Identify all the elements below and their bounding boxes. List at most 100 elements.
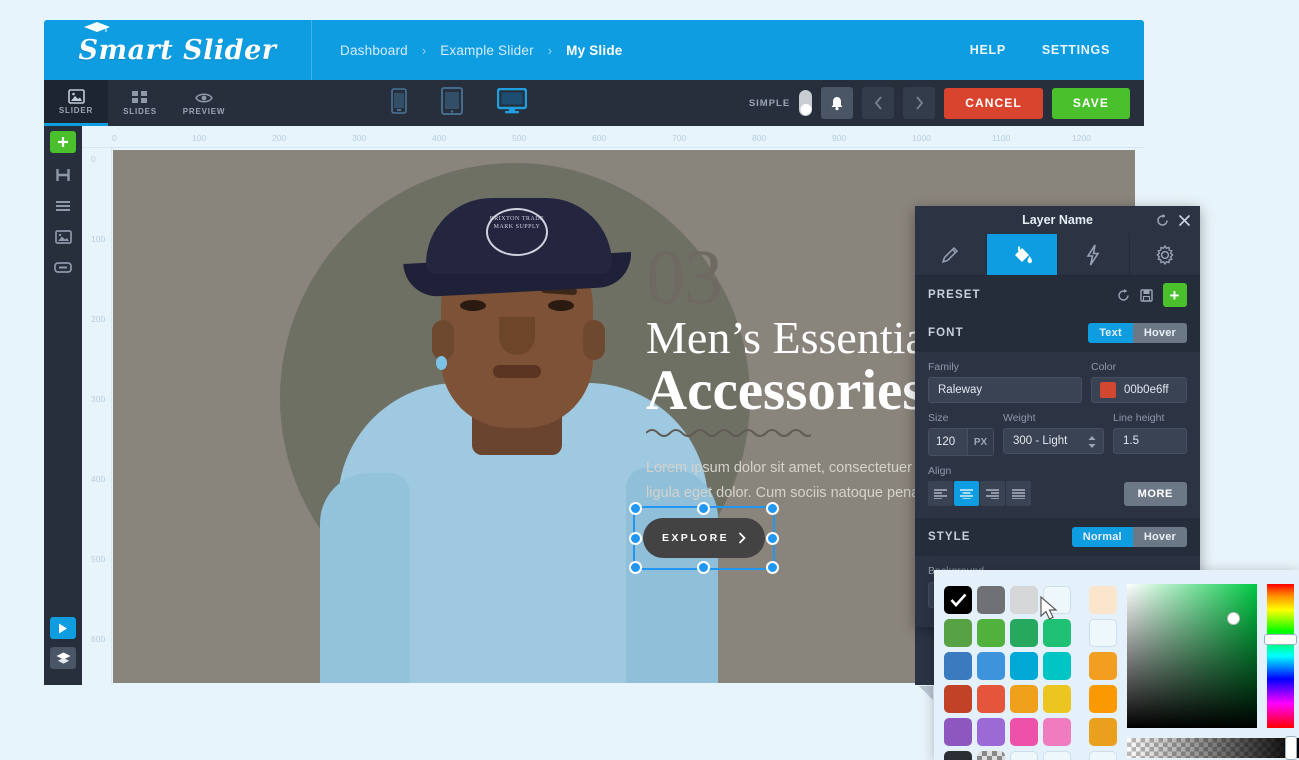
saturation-value-area[interactable] (1127, 584, 1257, 728)
align-left-button[interactable] (928, 481, 953, 506)
mode-toggle[interactable] (799, 90, 813, 116)
reset-icon[interactable] (1156, 213, 1169, 227)
recent-color-swatch[interactable] (1089, 718, 1117, 746)
device-tablet-button[interactable] (441, 86, 463, 120)
font-state-hover[interactable]: Hover (1132, 323, 1187, 343)
floppy-icon[interactable] (1140, 288, 1153, 302)
sv-cursor-handle[interactable] (1227, 612, 1240, 625)
color-swatch[interactable] (977, 619, 1005, 647)
ruler-tick-v: 300 (91, 394, 106, 404)
sidebar-item-text[interactable] (44, 190, 82, 221)
color-swatch[interactable] (1043, 652, 1071, 680)
sidebar-item-image[interactable] (44, 221, 82, 252)
hue-slider-thumb[interactable] (1264, 634, 1297, 645)
color-swatch[interactable] (944, 619, 972, 647)
color-swatch[interactable] (977, 751, 1005, 760)
color-swatch[interactable] (1043, 751, 1071, 760)
color-swatch[interactable] (944, 718, 972, 746)
device-mobile-button[interactable] (391, 87, 407, 119)
color-swatch[interactable] (1010, 619, 1038, 647)
color-swatch[interactable] (1043, 619, 1071, 647)
add-layer-button[interactable] (50, 131, 76, 153)
recent-color-swatch[interactable] (1089, 685, 1117, 713)
color-swatch[interactable] (1010, 685, 1038, 713)
color-swatch[interactable] (1043, 718, 1071, 746)
panel-header[interactable]: Layer Name (915, 206, 1200, 234)
resize-handle-ne[interactable] (766, 502, 779, 515)
font-lineheight-input[interactable]: 1.5 (1113, 428, 1187, 454)
add-preset-button[interactable]: + (1163, 283, 1187, 307)
font-family-input[interactable]: Raleway (928, 377, 1082, 403)
color-swatch[interactable] (1043, 586, 1071, 614)
device-desktop-button[interactable] (496, 87, 528, 119)
panel-tab-content[interactable] (915, 234, 987, 275)
resize-handle-nw[interactable] (629, 502, 642, 515)
recent-color-swatch[interactable] (1089, 586, 1117, 614)
style-state-hover[interactable]: Hover (1132, 527, 1187, 547)
color-swatch[interactable] (944, 751, 972, 760)
panel-tab-settings[interactable] (1130, 234, 1201, 275)
reload-icon[interactable] (1117, 288, 1130, 302)
sidebar-item-button[interactable] (44, 252, 82, 283)
recent-color-swatch[interactable] (1089, 619, 1117, 647)
align-left-icon (934, 488, 947, 499)
help-link[interactable]: HELP (970, 43, 1006, 57)
align-justify-button[interactable] (1006, 481, 1031, 506)
color-swatch[interactable] (977, 718, 1005, 746)
color-swatch[interactable] (977, 652, 1005, 680)
cancel-button[interactable]: CANCEL (944, 87, 1043, 119)
sidebar-item-heading[interactable] (44, 159, 82, 190)
toolbar-tab-slider[interactable]: SLIDER (44, 80, 108, 126)
color-swatch[interactable] (944, 586, 972, 614)
resize-handle-e[interactable] (766, 532, 779, 545)
breadcrumb-dashboard[interactable]: Dashboard (340, 43, 408, 58)
panel-tab-style[interactable] (986, 234, 1058, 275)
settings-link[interactable]: SETTINGS (1042, 43, 1110, 57)
font-more-button[interactable]: MORE (1123, 481, 1187, 506)
brand-logo[interactable]: Smart Slider (44, 20, 312, 80)
color-swatch[interactable] (1010, 652, 1038, 680)
color-swatch[interactable] (1010, 586, 1038, 614)
alpha-slider-thumb[interactable] (1285, 736, 1297, 760)
style-state-normal[interactable]: Normal (1071, 527, 1133, 547)
color-swatch[interactable] (977, 685, 1005, 713)
font-weight-select[interactable]: 300 - Light (1003, 428, 1104, 454)
breadcrumb-example-slider[interactable]: Example Slider (440, 43, 534, 58)
align-center-button[interactable] (954, 481, 979, 506)
font-color-swatch[interactable] (1100, 382, 1116, 398)
panel-resize-corner[interactable] (916, 685, 934, 703)
color-swatch[interactable] (977, 586, 1005, 614)
next-slide-button[interactable] (903, 87, 936, 119)
play-preview-button[interactable] (50, 617, 76, 639)
resize-handle-sw[interactable] (629, 561, 642, 574)
notifications-button[interactable] (821, 87, 854, 119)
color-swatch[interactable] (1043, 685, 1071, 713)
toolbar-tab-preview[interactable]: PREVIEW (172, 80, 236, 126)
font-state-text[interactable]: Text (1088, 323, 1133, 343)
toolbar-tab-slides[interactable]: SLIDES (108, 80, 172, 126)
save-button[interactable]: SAVE (1051, 87, 1130, 119)
alpha-slider[interactable] (1127, 736, 1299, 760)
resize-handle-se[interactable] (766, 561, 779, 574)
recent-color-swatch[interactable] (1089, 751, 1117, 760)
resize-handle-n[interactable] (697, 502, 710, 515)
close-icon[interactable] (1178, 214, 1191, 227)
resize-handle-s[interactable] (697, 561, 710, 574)
color-swatch[interactable] (1010, 718, 1038, 746)
font-color-value: 00b0e6ff (1124, 384, 1169, 396)
hue-slider[interactable] (1264, 584, 1297, 728)
color-swatch[interactable] (1010, 751, 1038, 760)
panel-tab-animation[interactable] (1058, 234, 1130, 275)
simple-mode-label: SIMPLE (748, 97, 791, 109)
font-size-input[interactable]: 120 (929, 429, 968, 455)
color-swatch[interactable] (944, 685, 972, 713)
prev-slide-button[interactable] (862, 87, 895, 119)
color-swatch[interactable] (944, 652, 972, 680)
resize-handle-w[interactable] (629, 532, 642, 545)
ruler-tick-h: 0 (112, 133, 117, 143)
font-color-field[interactable]: 00b0e6ff (1091, 377, 1187, 403)
breadcrumb-my-slide[interactable]: My Slide (566, 43, 622, 58)
recent-color-swatch[interactable] (1089, 652, 1117, 680)
layers-button[interactable] (50, 647, 76, 669)
align-right-button[interactable] (980, 481, 1005, 506)
